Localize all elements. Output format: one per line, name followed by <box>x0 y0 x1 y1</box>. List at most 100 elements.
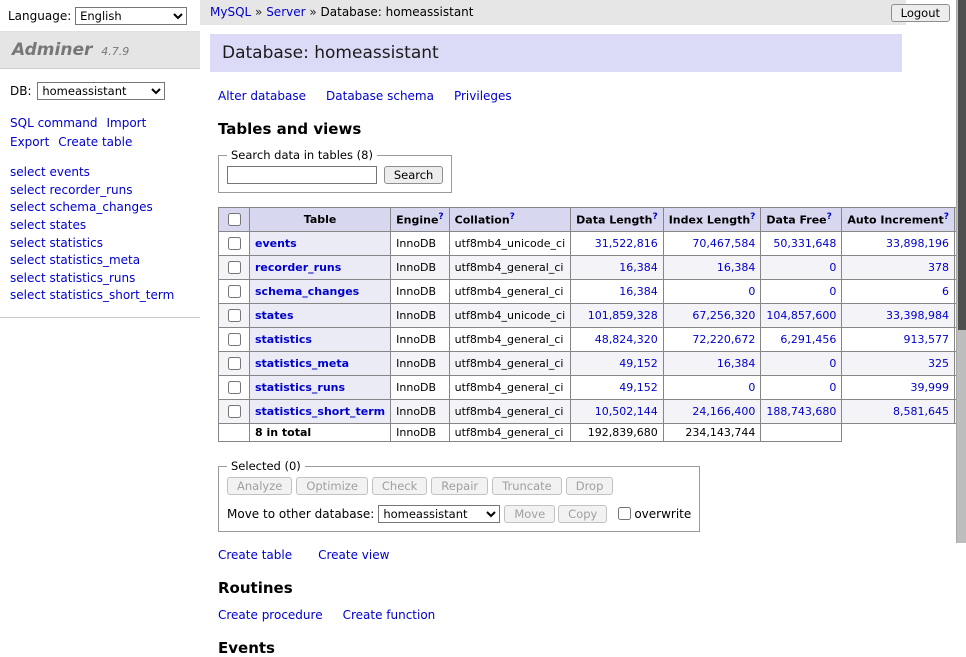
sidebar-table-link-select-statistics-runs[interactable]: select statistics_runs <box>10 271 135 285</box>
help-icon[interactable]: ? <box>652 212 657 222</box>
table-name-cell-link[interactable]: schema_changes <box>255 285 359 298</box>
repair-button[interactable]: Repair <box>431 477 488 495</box>
data-free-cell-link[interactable]: 104,857,600 <box>766 309 836 322</box>
sidebar-table-link-select-recorder-runs[interactable]: select recorder_runs <box>10 183 133 197</box>
truncate-button[interactable]: Truncate <box>492 477 562 495</box>
db-action-privileges[interactable]: Privileges <box>454 89 512 103</box>
auto-increment-cell-link[interactable]: 378 <box>928 261 949 274</box>
sidebar-link-sql-command[interactable]: SQL command <box>10 116 97 130</box>
index-length-cell: 0 <box>663 280 761 304</box>
db-select[interactable]: homeassistant <box>37 82 165 100</box>
sidebar-table-link-select-statistics[interactable]: select statistics <box>10 236 103 250</box>
data-free-cell-link[interactable]: 0 <box>829 261 836 274</box>
copy-button[interactable]: Copy <box>558 505 607 523</box>
row-checkbox-schema-changes[interactable] <box>228 285 241 298</box>
routine-link-create-function[interactable]: Create function <box>343 608 436 622</box>
row-checkbox-states[interactable] <box>228 309 241 322</box>
table-name-cell-link[interactable]: statistics <box>255 333 312 346</box>
search-button[interactable]: Search <box>384 166 444 184</box>
table-name-cell-link[interactable]: recorder_runs <box>255 261 341 274</box>
data-length-cell-link[interactable]: 49,152 <box>619 381 658 394</box>
sidebar-link-create-table[interactable]: Create table <box>58 135 132 149</box>
data-free-cell-link[interactable]: 6,291,456 <box>780 333 836 346</box>
footer-link-create-view[interactable]: Create view <box>318 548 389 562</box>
sidebar-table-link-select-statistics-short-term[interactable]: select statistics_short_term <box>10 288 174 302</box>
sidebar-table-link-select-states[interactable]: select states <box>10 218 86 232</box>
index-length-cell-link[interactable]: 72,220,672 <box>692 333 755 346</box>
data-length-cell-link[interactable]: 10,502,144 <box>595 405 658 418</box>
sidebar-table-link-select-schema-changes[interactable]: select schema_changes <box>10 200 153 214</box>
index-length-cell-link[interactable]: 67,256,320 <box>692 309 755 322</box>
data-free-cell: 0 <box>761 280 842 304</box>
data-free-cell-link[interactable]: 0 <box>829 357 836 370</box>
auto-increment-cell-link[interactable]: 33,398,984 <box>886 309 949 322</box>
data-length-cell-link[interactable]: 31,522,816 <box>595 237 658 250</box>
data-length-cell-link[interactable]: 49,152 <box>619 357 658 370</box>
data-free-cell-link[interactable]: 50,331,648 <box>773 237 836 250</box>
sidebar-link-import[interactable]: Import <box>106 116 146 130</box>
sidebar-table-link-select-events[interactable]: select events <box>10 165 90 179</box>
row-checkbox-events[interactable] <box>228 237 241 250</box>
footer-link-create-table[interactable]: Create table <box>218 548 292 562</box>
index-length-cell-link[interactable]: 0 <box>748 381 755 394</box>
index-length-cell-link[interactable]: 70,467,584 <box>692 237 755 250</box>
row-checkbox-statistics[interactable] <box>228 333 241 346</box>
row-checkbox-statistics-short-term[interactable] <box>228 405 241 418</box>
row-checkbox-recorder-runs[interactable] <box>228 261 241 274</box>
table-name-cell-link[interactable]: statistics_runs <box>255 381 345 394</box>
help-icon[interactable]: ? <box>944 212 949 222</box>
column-header-auto-increment: Auto Increment? <box>842 208 955 232</box>
auto-increment-cell-link[interactable]: 39,999 <box>910 381 949 394</box>
table-name-cell-link[interactable]: statistics_meta <box>255 357 349 370</box>
logout-button[interactable]: Logout <box>891 4 950 22</box>
overwrite-checkbox[interactable] <box>618 507 631 520</box>
routine-link-create-procedure[interactable]: Create procedure <box>218 608 323 622</box>
language-select[interactable]: English <box>75 7 187 25</box>
sidebar-link-export[interactable]: Export <box>10 135 49 149</box>
row-checkbox-statistics-meta[interactable] <box>228 357 241 370</box>
index-length-cell-link[interactable]: 0 <box>748 285 755 298</box>
breadcrumb-link-mysql[interactable]: MySQL <box>210 5 251 19</box>
auto-increment-cell-link[interactable]: 6 <box>942 285 949 298</box>
auto-increment-cell-link[interactable]: 913,577 <box>903 333 949 346</box>
auto-increment-cell-link[interactable]: 8,581,645 <box>893 405 949 418</box>
data-length-cell-link[interactable]: 48,824,320 <box>595 333 658 346</box>
data-length-cell-link[interactable]: 16,384 <box>619 285 658 298</box>
data-free-cell-link[interactable]: 188,743,680 <box>766 405 836 418</box>
db-action-database-schema[interactable]: Database schema <box>326 89 434 103</box>
index-length-cell-link[interactable]: 16,384 <box>717 261 756 274</box>
vertical-scrollbar[interactable] <box>956 0 966 543</box>
data-free-cell-link[interactable]: 0 <box>829 381 836 394</box>
help-icon[interactable]: ? <box>438 212 443 222</box>
search-input[interactable] <box>227 166 377 184</box>
help-icon[interactable]: ? <box>510 212 515 222</box>
analyze-button[interactable]: Analyze <box>227 477 292 495</box>
move-button[interactable]: Move <box>504 505 555 523</box>
optimize-button[interactable]: Optimize <box>296 477 368 495</box>
sidebar-table-link-select-statistics-meta[interactable]: select statistics_meta <box>10 253 140 267</box>
table-name-cell-link[interactable]: events <box>255 237 297 250</box>
breadcrumb-link-server[interactable]: Server <box>266 5 305 19</box>
table-name-cell-link[interactable]: statistics_short_term <box>255 405 385 418</box>
check-button[interactable]: Check <box>372 477 427 495</box>
auto-increment-cell-link[interactable]: 325 <box>928 357 949 370</box>
db-action-alter-database[interactable]: Alter database <box>218 89 306 103</box>
auto-increment-cell-link[interactable]: 33,898,196 <box>886 237 949 250</box>
data-free-cell-link[interactable]: 0 <box>829 285 836 298</box>
row-checkbox-statistics-runs[interactable] <box>228 381 241 394</box>
table-footer-links: Create table Create view <box>218 548 906 562</box>
overwrite-option[interactable]: overwrite <box>614 507 691 521</box>
move-database-select[interactable]: homeassistant <box>378 505 500 523</box>
index-length-cell-link[interactable]: 24,166,400 <box>692 405 755 418</box>
data-length-cell-link[interactable]: 101,859,328 <box>588 309 658 322</box>
data-length-cell-link[interactable]: 16,384 <box>619 261 658 274</box>
select-all-checkbox[interactable] <box>228 213 241 226</box>
help-icon[interactable]: ? <box>750 212 755 222</box>
scrollbar-thumb[interactable] <box>958 0 966 330</box>
table-row-recorder-runs: recorder_runsInnoDButf8mb4_general_ci16,… <box>219 256 966 280</box>
drop-button[interactable]: Drop <box>566 477 614 495</box>
help-icon[interactable]: ? <box>827 212 832 222</box>
table-row-schema-changes: schema_changesInnoDButf8mb4_general_ci16… <box>219 280 966 304</box>
table-name-cell-link[interactable]: states <box>255 309 294 322</box>
index-length-cell-link[interactable]: 16,384 <box>717 357 756 370</box>
